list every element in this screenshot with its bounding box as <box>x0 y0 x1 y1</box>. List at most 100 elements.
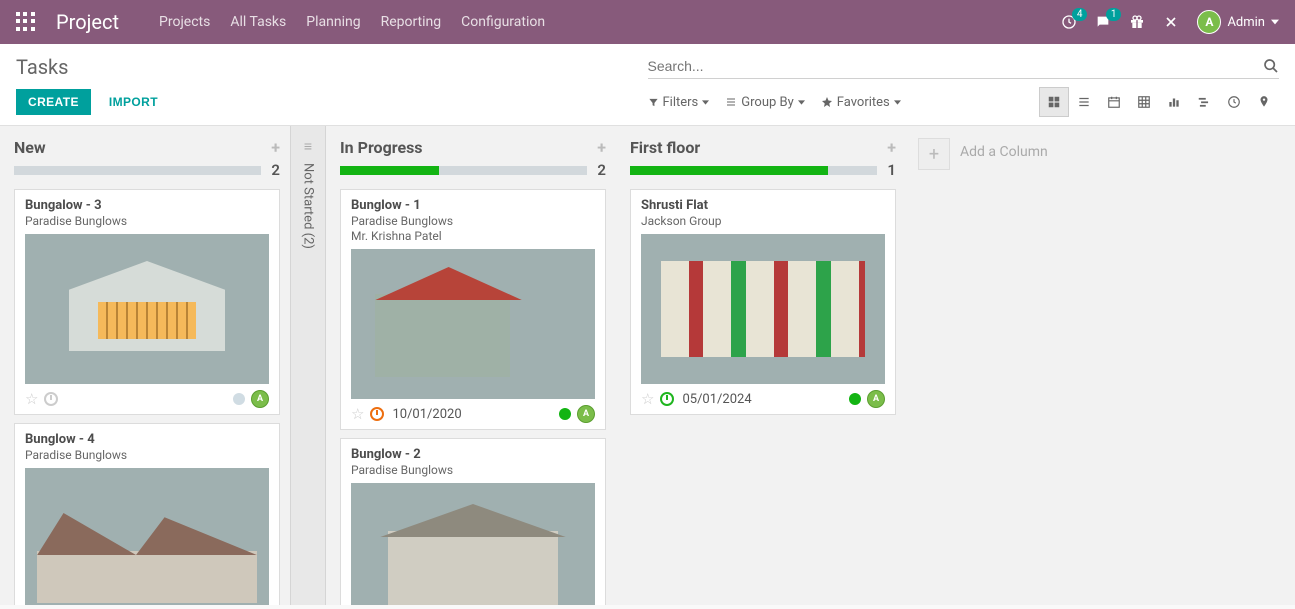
star-icon <box>821 96 833 108</box>
apps-icon[interactable] <box>16 12 36 32</box>
nav-link-projects[interactable]: Projects <box>159 14 210 30</box>
fold-handle-icon: ≡ <box>304 138 312 155</box>
favorites-menu[interactable]: Favorites <box>821 95 901 110</box>
view-list[interactable] <box>1069 87 1099 117</box>
card-title: Bungalow - 3 <box>25 198 269 213</box>
activities-icon[interactable]: 4 <box>1061 14 1077 30</box>
kanban-column-new: New + 2 Bungalow - 3 Paradise Bunglows ☆… <box>0 126 290 605</box>
gift-icon[interactable] <box>1129 14 1145 30</box>
brand-title[interactable]: Project <box>56 10 119 34</box>
star-icon[interactable]: ☆ <box>641 390 654 408</box>
search-input[interactable] <box>648 58 1264 74</box>
card-subtitle: Paradise Bunglows <box>351 463 595 477</box>
view-activity[interactable] <box>1219 87 1249 117</box>
filters-menu[interactable]: Filters <box>648 95 710 110</box>
view-kanban[interactable] <box>1039 87 1069 117</box>
card-title: Shrusti Flat <box>641 198 885 213</box>
groupby-menu[interactable]: Group By <box>725 95 805 110</box>
kanban-column-in-progress: In Progress + 2 Bunglow - 1 Paradise Bun… <box>326 126 616 605</box>
star-icon[interactable]: ☆ <box>25 390 38 408</box>
kanban-card[interactable]: Bunglow - 1 Paradise Bunglows Mr. Krishn… <box>340 189 606 430</box>
user-avatar: A <box>1197 10 1221 34</box>
view-map[interactable] <box>1249 87 1279 117</box>
funnel-icon <box>648 97 659 108</box>
clock-icon[interactable] <box>660 392 674 406</box>
card-date: 10/01/2020 <box>392 407 461 422</box>
card-subtitle: Paradise Bunglows <box>351 214 595 228</box>
chevron-down-icon <box>894 99 901 106</box>
star-icon[interactable]: ☆ <box>351 405 364 423</box>
activities-badge: 4 <box>1072 8 1088 21</box>
card-title: Bunglow - 4 <box>25 432 269 447</box>
card-date: 05/01/2024 <box>682 392 751 407</box>
column-add-card[interactable]: + <box>597 138 606 157</box>
chevron-down-icon <box>702 99 709 106</box>
kanban-column-not-started-folded[interactable]: ≡ Not Started (2) <box>290 126 326 605</box>
column-count: 2 <box>271 161 280 179</box>
column-count: 1 <box>887 161 896 179</box>
tools-icon[interactable] <box>1163 14 1179 30</box>
clock-icon[interactable] <box>44 392 58 406</box>
folded-column-title: Not Started (2) <box>301 163 316 249</box>
card-image <box>351 483 595 605</box>
add-column-button[interactable]: + <box>918 138 950 170</box>
nav-link-reporting[interactable]: Reporting <box>381 14 442 30</box>
nav-link-configuration[interactable]: Configuration <box>461 14 545 30</box>
search-bar <box>648 54 1280 79</box>
card-image <box>641 234 885 384</box>
card-subtitle: Paradise Bunglows <box>25 448 269 462</box>
status-dot[interactable] <box>849 393 861 405</box>
view-switcher <box>1039 87 1279 117</box>
card-title: Bunglow - 1 <box>351 198 595 213</box>
card-title: Bunglow - 2 <box>351 447 595 462</box>
view-graph[interactable] <box>1159 87 1189 117</box>
card-image <box>351 249 595 399</box>
column-add-card[interactable]: + <box>271 138 280 157</box>
clock-icon[interactable] <box>370 407 384 421</box>
column-add-card[interactable]: + <box>887 138 896 157</box>
control-panel: Tasks CREATE IMPORT Filters Group By <box>0 44 1295 126</box>
view-pivot[interactable] <box>1129 87 1159 117</box>
column-progress[interactable] <box>340 166 587 175</box>
view-calendar[interactable] <box>1099 87 1129 117</box>
column-title[interactable]: In Progress <box>340 138 597 157</box>
kanban-column-first-floor: First floor + 1 Shrusti Flat Jackson Gro… <box>616 126 906 605</box>
nav-links: Projects All Tasks Planning Reporting Co… <box>159 14 545 30</box>
kanban-card[interactable]: Bungalow - 3 Paradise Bunglows ☆ A <box>14 189 280 415</box>
messages-badge: 1 <box>1106 8 1122 21</box>
kanban-board: New + 2 Bungalow - 3 Paradise Bunglows ☆… <box>0 126 1295 605</box>
kanban-card[interactable]: Bunglow - 4 Paradise Bunglows <box>14 423 280 605</box>
column-count: 2 <box>597 161 606 179</box>
card-subtitle: Paradise Bunglows <box>25 214 269 228</box>
column-title[interactable]: New <box>14 138 271 157</box>
nav-link-all-tasks[interactable]: All Tasks <box>230 14 286 30</box>
assignee-avatar[interactable]: A <box>577 405 595 423</box>
navbar: Project Projects All Tasks Planning Repo… <box>0 0 1295 44</box>
search-icon[interactable] <box>1263 58 1279 74</box>
kanban-card[interactable]: Bunglow - 2 Paradise Bunglows <box>340 438 606 605</box>
assignee-avatar[interactable]: A <box>251 390 269 408</box>
chevron-down-icon <box>798 99 805 106</box>
list-icon <box>725 96 737 108</box>
column-progress[interactable] <box>630 166 877 175</box>
messages-icon[interactable]: 1 <box>1095 14 1111 30</box>
card-image <box>25 234 269 384</box>
card-image <box>25 468 269 605</box>
create-button[interactable]: CREATE <box>16 89 91 115</box>
import-button[interactable]: IMPORT <box>101 89 166 115</box>
nav-link-planning[interactable]: Planning <box>306 14 360 30</box>
status-dot[interactable] <box>559 408 571 420</box>
view-gantt[interactable] <box>1189 87 1219 117</box>
column-progress[interactable] <box>14 166 261 175</box>
navbar-right: 4 1 A Admin <box>1061 10 1279 34</box>
assignee-avatar[interactable]: A <box>867 390 885 408</box>
user-name: Admin <box>1227 15 1265 30</box>
column-title[interactable]: First floor <box>630 138 887 157</box>
add-column: + Add a Column <box>906 126 1116 605</box>
kanban-card[interactable]: Shrusti Flat Jackson Group ☆ 05/01/2024 … <box>630 189 896 415</box>
add-column-label: Add a Column <box>960 138 1048 160</box>
user-menu[interactable]: A Admin <box>1197 10 1279 34</box>
card-subtitle2: Mr. Krishna Patel <box>351 229 595 243</box>
status-dot[interactable] <box>233 393 245 405</box>
chevron-down-icon <box>1271 18 1279 26</box>
